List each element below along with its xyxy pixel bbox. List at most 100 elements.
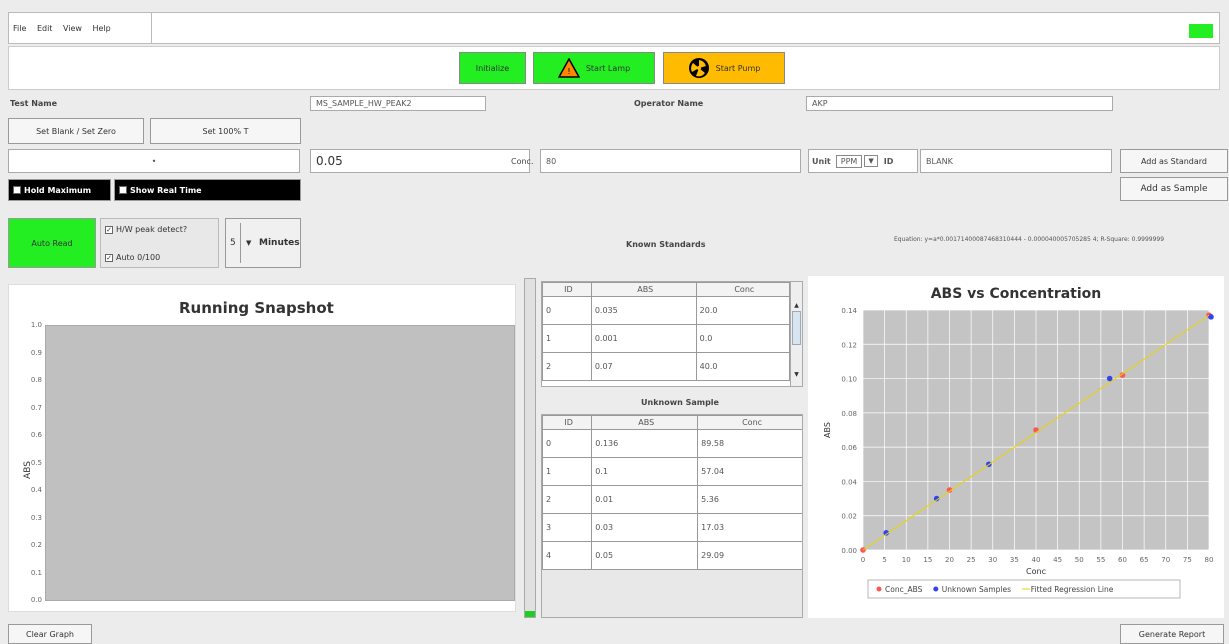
known-standards-col-header[interactable]: ID bbox=[542, 282, 592, 297]
unknown-sample-cell[interactable]: 17.03 bbox=[697, 513, 802, 542]
initialize-button[interactable]: Initialize bbox=[459, 52, 526, 84]
hw-peak-checkbox-row[interactable]: ✓ H/W peak detect? bbox=[105, 225, 187, 234]
menu-divider bbox=[151, 13, 152, 43]
x-tick-label: 20 bbox=[945, 556, 954, 564]
unknown-sample-cell[interactable]: 0.01 bbox=[591, 485, 699, 514]
generate-report-button[interactable]: Generate Report bbox=[1120, 624, 1224, 644]
unknown-sample-row[interactable]: 3 0.03 17.03 bbox=[542, 513, 802, 542]
known-standards-row[interactable]: 1 0.001 0.0 bbox=[542, 324, 791, 353]
x-tick-label: 30 bbox=[988, 556, 997, 564]
known-standards-cell[interactable]: 0.07 bbox=[590, 352, 697, 381]
unknown-sample-cell[interactable]: 0 bbox=[542, 429, 593, 458]
unknown-sample-cell[interactable]: 57.04 bbox=[697, 457, 802, 486]
x-tick-label: 75 bbox=[1183, 556, 1192, 564]
port-dropdown[interactable]: • bbox=[8, 149, 300, 173]
y-tick-label: 0.12 bbox=[841, 341, 857, 349]
show-real-time-toggle[interactable]: Show Real Time bbox=[114, 179, 301, 201]
unknown-sample-cell[interactable]: 2 bbox=[542, 485, 593, 514]
unknown-sample-row[interactable]: 2 0.01 5.36 bbox=[542, 485, 802, 514]
known-standards-col-header[interactable]: ABS bbox=[590, 282, 697, 297]
conc-label: Conc. bbox=[511, 157, 534, 166]
scrollbar-thumb[interactable] bbox=[525, 611, 535, 617]
set-100-button[interactable]: Set 100% T bbox=[150, 118, 301, 144]
unknown-sample-cell[interactable]: 1 bbox=[542, 457, 593, 486]
data-point bbox=[1033, 427, 1039, 433]
unknown-sample-col-header[interactable]: ABS bbox=[591, 415, 699, 430]
scroll-up-icon[interactable]: ▲ bbox=[791, 302, 802, 309]
test-name-label: Test Name bbox=[10, 99, 58, 108]
snapshot-y-tick: 0.5 bbox=[30, 458, 42, 467]
known-standards-header: Known Standards bbox=[626, 240, 706, 249]
unknown-sample-col-header[interactable]: ID bbox=[542, 415, 593, 430]
x-axis-label: Conc bbox=[1026, 567, 1046, 576]
unknown-sample-cell[interactable]: 89.58 bbox=[697, 429, 802, 458]
snapshot-y-tick: 0.9 bbox=[30, 348, 42, 357]
abs-vs-conc-chart: ABS vs Concentration 0 5 10 15 20 25 30 35 40 45 50… bbox=[808, 276, 1224, 618]
unknown-sample-cell[interactable]: 4 bbox=[542, 541, 593, 570]
add-as-sample-button[interactable]: Add as Sample bbox=[1120, 177, 1228, 201]
unknown-sample-cell[interactable]: 0.1 bbox=[591, 457, 699, 486]
unknown-sample-cell[interactable]: 0.05 bbox=[591, 541, 699, 570]
auto-0-100-checkbox-row[interactable]: ✓ Auto 0/100 bbox=[105, 253, 160, 262]
warning-icon: ! bbox=[557, 58, 580, 78]
scroll-down-icon[interactable]: ▼ bbox=[791, 371, 802, 378]
known-standards-cell[interactable]: 0.001 bbox=[590, 324, 697, 353]
clear-graph-button[interactable]: Clear Graph bbox=[8, 624, 92, 644]
known-standards-cell[interactable]: 1 bbox=[542, 324, 592, 353]
menu-file[interactable]: File bbox=[13, 24, 26, 33]
auto-0-100-checkbox[interactable]: ✓ bbox=[105, 253, 113, 262]
known-scroll-thumb[interactable] bbox=[792, 311, 801, 345]
legend-label: Unknown Samples bbox=[942, 585, 1011, 594]
test-name-input[interactable]: MS_SAMPLE_HW_PEAK2 bbox=[310, 96, 486, 111]
x-tick-label: 25 bbox=[967, 556, 976, 564]
add-as-standard-button[interactable]: Add as Standard bbox=[1120, 149, 1228, 173]
x-tick-label: 0 bbox=[861, 556, 865, 564]
start-lamp-button[interactable]: ! Start Lamp bbox=[533, 52, 655, 84]
abs-vs-conc-svg: ABS vs Concentration 0 5 10 15 20 25 30 35 40 45 50… bbox=[823, 286, 1214, 599]
operator-name-input[interactable]: AKP bbox=[806, 96, 1113, 111]
y-tick-label: 0.10 bbox=[841, 376, 857, 384]
minutes-select[interactable]: 5 ▼ Minutes bbox=[225, 218, 301, 268]
start-lamp-label: Start Lamp bbox=[585, 63, 631, 73]
known-standards-row[interactable]: 2 0.07 40.0 bbox=[542, 352, 791, 381]
known-standards-cell[interactable]: 2 bbox=[542, 352, 592, 381]
known-table-scrollbar[interactable]: ▲ ▼ bbox=[790, 282, 802, 386]
unit-select[interactable]: PPM bbox=[835, 154, 863, 168]
menu-view[interactable]: View bbox=[63, 24, 82, 33]
conc-input[interactable]: 80 bbox=[540, 149, 801, 173]
known-standards-col-header[interactable]: Conc bbox=[695, 282, 791, 297]
known-standards-row[interactable]: 0 0.035 20.0 bbox=[542, 296, 791, 325]
known-standards-cell[interactable]: 0.035 bbox=[590, 296, 697, 325]
snapshot-scrollbar[interactable] bbox=[524, 278, 536, 618]
x-tick-label: 45 bbox=[1053, 556, 1062, 564]
y-tick-label: 0.14 bbox=[841, 307, 857, 315]
snapshot-y-tick: 0.6 bbox=[30, 431, 42, 439]
unknown-sample-row[interactable]: 1 0.1 57.04 bbox=[542, 457, 802, 486]
abs-value-field[interactable]: 0.05 bbox=[310, 149, 530, 173]
set-blank-button[interactable]: Set Blank / Set Zero bbox=[8, 118, 144, 144]
hw-peak-checkbox[interactable]: ✓ bbox=[105, 225, 113, 234]
unknown-sample-col-header[interactable]: Conc bbox=[697, 415, 802, 430]
known-standards-cell[interactable]: 40.0 bbox=[695, 352, 791, 381]
menu-edit[interactable]: Edit bbox=[37, 24, 53, 33]
unknown-sample-row[interactable]: 4 0.05 29.09 bbox=[542, 541, 802, 570]
hold-maximum-checkbox[interactable] bbox=[13, 186, 21, 194]
auto-read-button[interactable]: Auto Read bbox=[8, 218, 96, 268]
unknown-sample-row[interactable]: 0 0.136 89.58 bbox=[542, 429, 802, 458]
known-standards-cell[interactable]: 0 bbox=[542, 296, 592, 325]
unknown-sample-cell[interactable]: 3 bbox=[542, 513, 593, 542]
unknown-sample-cell[interactable]: 0.03 bbox=[591, 513, 699, 542]
snapshot-y-tick: 0.1 bbox=[30, 568, 42, 577]
chevron-down-icon[interactable]: ▼ bbox=[246, 239, 251, 247]
hold-maximum-toggle[interactable]: Hold Maximum bbox=[8, 179, 111, 201]
start-pump-button[interactable]: Start Pump bbox=[663, 52, 785, 84]
chevron-down-icon[interactable]: ▼ bbox=[864, 155, 878, 167]
show-real-time-checkbox[interactable] bbox=[119, 186, 127, 194]
known-standards-cell[interactable]: 0.0 bbox=[695, 324, 791, 353]
unknown-sample-cell[interactable]: 5.36 bbox=[697, 485, 802, 514]
menu-help[interactable]: Help bbox=[93, 24, 111, 33]
known-standards-cell[interactable]: 20.0 bbox=[695, 296, 791, 325]
unknown-sample-cell[interactable]: 29.09 bbox=[697, 541, 802, 570]
id-input[interactable]: BLANK bbox=[920, 149, 1112, 173]
unknown-sample-cell[interactable]: 0.136 bbox=[591, 429, 699, 458]
